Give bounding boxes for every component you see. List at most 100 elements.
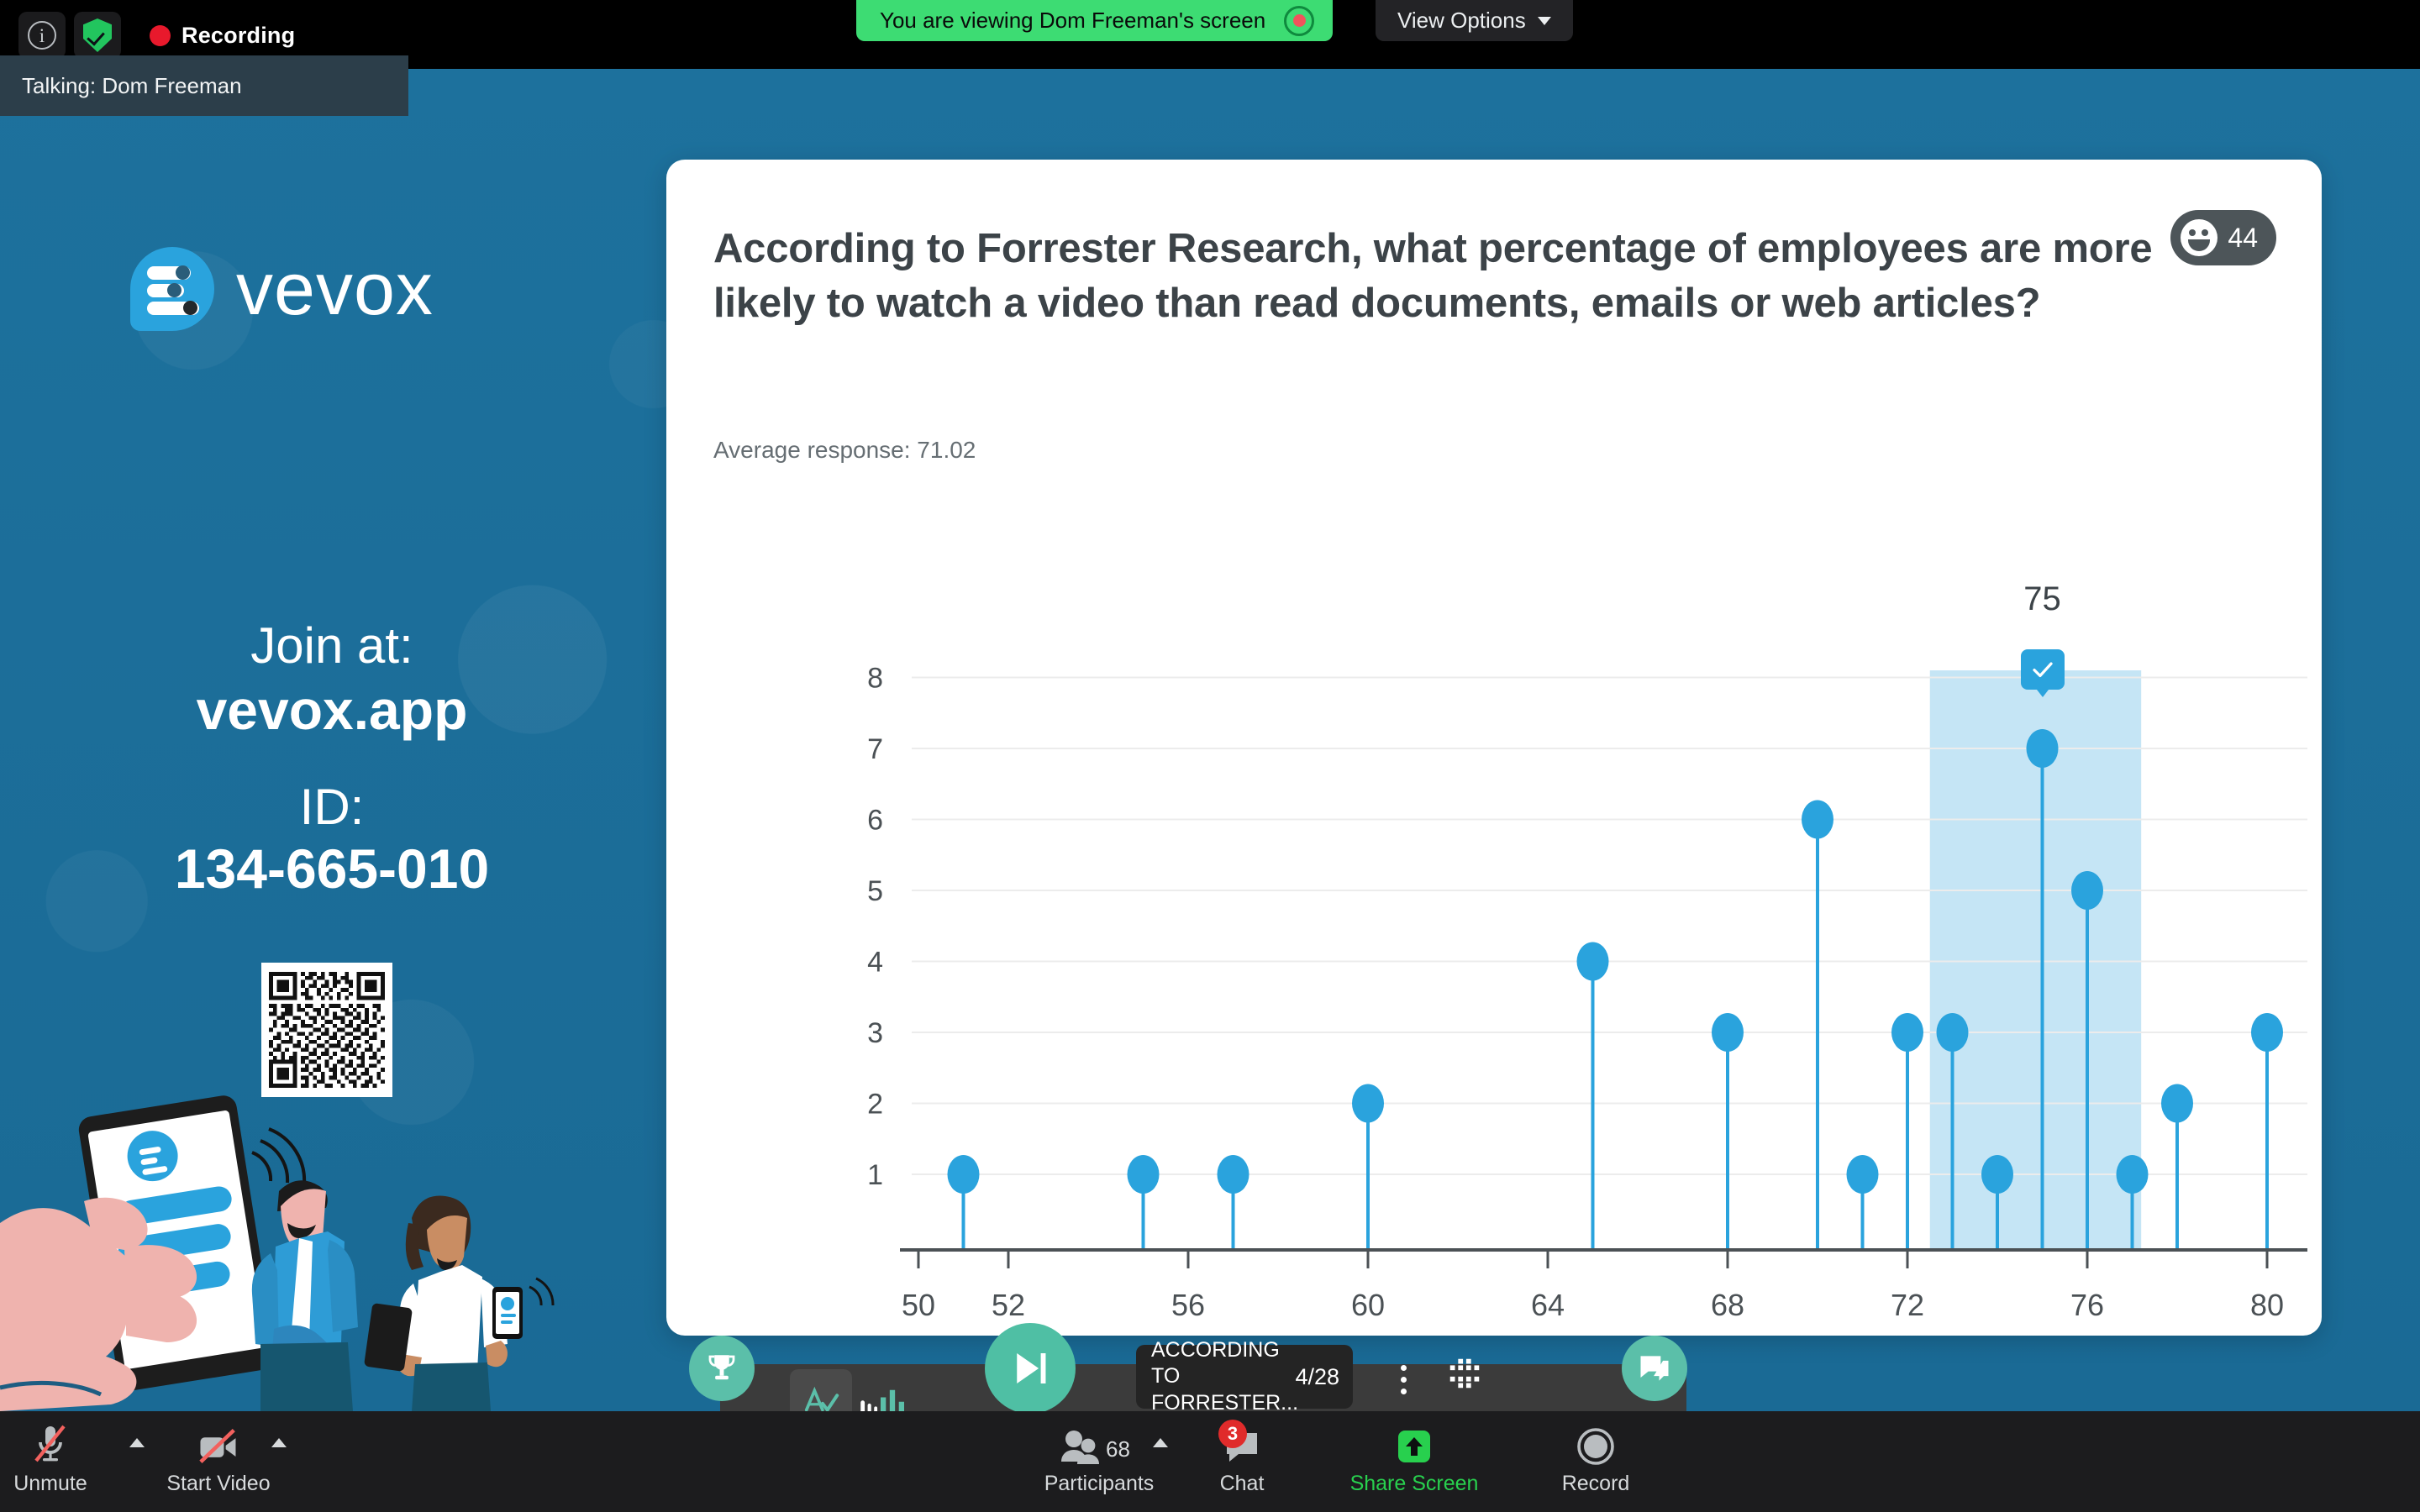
- join-url: vevox.app: [196, 679, 468, 742]
- vevox-illustration: [0, 1095, 555, 1411]
- camera-off-icon: [195, 1423, 242, 1467]
- show-correct-answer-icon: [804, 1386, 839, 1411]
- screen-share-record-icon: [1284, 5, 1315, 36]
- chart-point: [1802, 800, 1833, 839]
- unmute-label: Unmute: [13, 1472, 87, 1495]
- check-icon: [2032, 662, 2053, 677]
- join-instructions: Join at: vevox.app ID: 134-665-010: [0, 615, 664, 901]
- current-slide-chip[interactable]: ACCORDING TO FORRESTER... 4/28: [1136, 1338, 1353, 1411]
- x-tick-label: 50: [902, 1288, 935, 1322]
- more-options-icon: [1400, 1364, 1407, 1371]
- share-screen-button[interactable]: Share Screen: [1326, 1423, 1502, 1496]
- vevox-branding-panel: vevox Join at: vevox.app ID: 134-665-010: [0, 69, 664, 1411]
- y-tick-label: 8: [867, 663, 883, 695]
- x-tick-label: 80: [2250, 1288, 2284, 1322]
- video-options-caret[interactable]: [271, 1438, 287, 1447]
- recording-dot-icon: [150, 24, 171, 46]
- participants-icon: 68: [1059, 1423, 1139, 1467]
- toggle-correct-answer-button[interactable]: [790, 1369, 852, 1411]
- record-button[interactable]: Record: [1533, 1423, 1659, 1496]
- vevox-chat-button[interactable]: [1622, 1336, 1687, 1401]
- zoom-bottom-bar: Unmute Start Video 68 Participants 3 Cha…: [0, 1411, 2420, 1512]
- more-options-button[interactable]: [1386, 1354, 1420, 1404]
- svg-text:68: 68: [1106, 1436, 1130, 1462]
- microphone-muted-icon: [29, 1423, 71, 1467]
- results-chart: 12345678 50 52 56 60 64 68 72 76 80 75: [666, 486, 2322, 1326]
- chart-point: [1891, 1013, 1923, 1052]
- join-at-label: Join at:: [250, 617, 413, 674]
- share-screen-label: Share Screen: [1349, 1472, 1479, 1495]
- talking-indicator: Talking: Dom Freeman: [0, 55, 408, 116]
- info-icon: i: [28, 21, 56, 50]
- participants-face-icon: [2181, 219, 2218, 256]
- y-tick-label: 6: [867, 805, 883, 837]
- chat-icon: 3: [1218, 1420, 1262, 1467]
- chart-point: [2026, 729, 2059, 768]
- x-tick-label: 60: [1351, 1288, 1385, 1322]
- x-tick-label: 64: [1531, 1288, 1565, 1322]
- share-screen-icon: [1393, 1423, 1435, 1467]
- vevox-logo: vevox: [130, 247, 434, 331]
- chart-point: [1981, 1155, 2013, 1194]
- chat-button[interactable]: 3 Chat: [1179, 1420, 1305, 1496]
- question-header: According to Forrester Research, what pe…: [713, 222, 2179, 330]
- start-video-label: Start Video: [166, 1472, 271, 1495]
- y-tick-label: 5: [867, 875, 883, 907]
- encryption-status-button[interactable]: [74, 12, 121, 59]
- chat-unread-badge: 3: [1218, 1420, 1247, 1448]
- mouse-cursor-hand-icon: [859, 1399, 879, 1411]
- chart-svg: 12345678 50 52 56 60 64 68 72 76 80 75: [867, 580, 2307, 1322]
- chart-y-tick-labels: 1 2 3 4 5 6 7 8: [867, 663, 883, 1192]
- participants-button[interactable]: 68 Participants: [1015, 1423, 1183, 1496]
- screen-root: i Recording Talking: Dom Freeman You are…: [0, 0, 2420, 1512]
- vevox-wordmark: vevox: [236, 247, 434, 330]
- encryption-shield-icon: [83, 18, 112, 52]
- response-count-badge: 44: [2170, 210, 2276, 265]
- y-tick-label: 1: [867, 1159, 883, 1191]
- next-slide-button[interactable]: [985, 1323, 1076, 1411]
- chart-x-tick-labels: 50 52 56 60 64 68 72 76 80: [902, 1288, 2284, 1322]
- play-next-icon: [1017, 1353, 1046, 1383]
- x-tick-label: 76: [2070, 1288, 2104, 1322]
- chevron-down-icon: [1537, 16, 1551, 25]
- question-text: According to Forrester Research, what pe…: [713, 226, 2153, 326]
- average-response-text: Average response: 71.02: [713, 437, 976, 463]
- fullscreen-collapse-icon: [1449, 1358, 1480, 1389]
- record-label: Record: [1561, 1472, 1630, 1495]
- chart-point: [1217, 1155, 1249, 1194]
- viewing-screen-banner: You are viewing Dom Freeman's screen: [856, 0, 1334, 41]
- y-tick-label: 3: [867, 1017, 883, 1049]
- chat-label: Chat: [1219, 1472, 1265, 1495]
- poll-result-card: According to Forrester Research, what pe…: [666, 160, 2322, 1336]
- record-icon: [1576, 1423, 1616, 1467]
- response-count-value: 44: [2228, 222, 2258, 253]
- unmute-button[interactable]: Unmute: [0, 1423, 113, 1496]
- view-options-button[interactable]: View Options: [1376, 0, 1573, 41]
- x-tick-label: 68: [1711, 1288, 1744, 1322]
- chart-point: [1936, 1013, 1969, 1052]
- chart-point: [1846, 1155, 1879, 1194]
- correct-answer-check-marker: [2020, 648, 2065, 697]
- chart-point: [2116, 1155, 2149, 1194]
- correct-answer-value: 75: [2023, 580, 2061, 617]
- participants-options-caret[interactable]: [1153, 1438, 1168, 1447]
- x-tick-label: 72: [1891, 1288, 1924, 1322]
- slide-position: 4/28: [1295, 1363, 1339, 1389]
- collapse-fullscreen-button[interactable]: [1445, 1354, 1496, 1404]
- start-video-button[interactable]: Start Video: [155, 1423, 281, 1496]
- meeting-info-button[interactable]: i: [18, 12, 66, 59]
- y-tick-label: 2: [867, 1089, 883, 1121]
- chart-point: [1352, 1084, 1384, 1123]
- x-tick-label: 52: [992, 1288, 1025, 1322]
- chart-point: [2251, 1013, 2283, 1052]
- session-id-label: ID:: [299, 778, 365, 835]
- leaderboard-button[interactable]: [689, 1336, 755, 1401]
- recording-label: Recording: [182, 22, 296, 48]
- x-tick-label: 56: [1171, 1288, 1205, 1322]
- chart-point: [2161, 1084, 2193, 1123]
- chart-point: [1576, 942, 1609, 981]
- vevox-logo-mark-icon: [130, 247, 214, 331]
- chat-bubble-icon: [1640, 1356, 1669, 1381]
- audio-options-caret[interactable]: [129, 1438, 145, 1447]
- session-id-value: 134-665-010: [174, 837, 490, 900]
